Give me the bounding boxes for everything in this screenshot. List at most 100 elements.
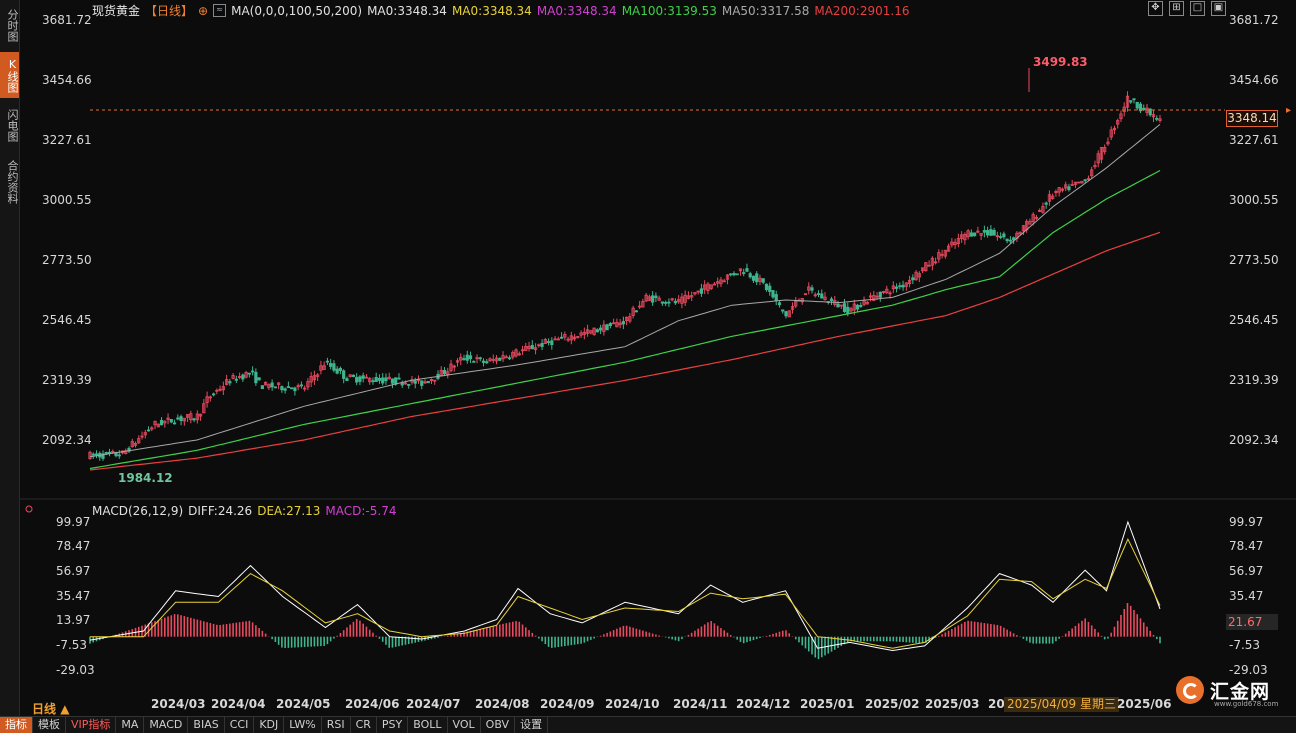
price-axis-right-label: 2319.39 — [1229, 373, 1279, 387]
candle — [768, 285, 772, 292]
tab-indicator[interactable]: 指标 — [0, 717, 33, 733]
candle — [472, 360, 476, 363]
candle — [771, 290, 775, 298]
macd-axis-left-label: -29.03 — [56, 663, 95, 677]
candle — [784, 311, 788, 317]
candle — [260, 385, 264, 390]
tab-vol[interactable]: VOL — [448, 717, 481, 733]
tab-timeshare[interactable]: 分时图 — [0, 2, 19, 48]
candle — [898, 285, 902, 288]
candle — [358, 376, 362, 382]
tab-flash-chart[interactable]: 闪电图 — [0, 102, 19, 148]
high-annotation: 3499.83 — [1033, 55, 1088, 69]
candle — [335, 368, 339, 374]
candle — [836, 303, 840, 308]
tab-boll[interactable]: BOLL — [408, 717, 448, 733]
tab-settings[interactable]: 设置 — [515, 717, 549, 733]
candle — [342, 370, 346, 379]
tab-kline[interactable]: K线图 — [0, 52, 19, 98]
candle — [462, 358, 466, 360]
candle — [621, 321, 625, 325]
candle — [559, 336, 564, 339]
tab-cci[interactable]: CCI — [225, 717, 255, 733]
macd-axis-right-label: 35.47 — [1229, 589, 1264, 603]
candle — [820, 293, 824, 299]
ma200-line — [89, 231, 1161, 471]
price-axis-right-label: 3454.66 — [1229, 73, 1279, 87]
kline-chart[interactable]: 3499.83 1984.12 ▸ — [20, 0, 1296, 716]
tab-macd[interactable]: MACD — [144, 717, 189, 733]
tab-template[interactable]: 模板 — [33, 717, 66, 733]
price-axis-left-label: 3000.55 — [42, 193, 92, 207]
candle — [735, 273, 739, 276]
candle — [846, 306, 850, 314]
candle — [781, 309, 785, 312]
candle — [729, 273, 733, 276]
candle — [810, 287, 814, 291]
candle — [1008, 239, 1012, 242]
x-axis-label: 2024/05 — [276, 697, 331, 711]
period-label: 日线 — [32, 702, 57, 716]
ma100-line — [89, 169, 1161, 470]
tab-rsi[interactable]: RSI — [322, 717, 351, 733]
period-selector[interactable]: 日线 ▲ — [32, 700, 69, 717]
tab-contract-info[interactable]: 合约资料 — [0, 152, 19, 212]
candle — [361, 375, 365, 379]
tab-cr[interactable]: CR — [351, 717, 377, 733]
candle — [413, 380, 417, 384]
brand-logo: 汇金网 www.gold678.com — [1176, 676, 1278, 708]
macd-axis-left-label: -7.53 — [56, 638, 88, 652]
candle — [338, 367, 343, 372]
candle — [842, 303, 847, 312]
indicator-marker-icon — [25, 505, 33, 513]
candle — [228, 381, 232, 384]
tab-vip-indicator[interactable]: VIP指标 — [66, 717, 117, 733]
candle — [374, 376, 378, 382]
price-axis-left-label: 3227.61 — [42, 133, 92, 147]
candle — [608, 323, 612, 327]
tab-psy[interactable]: PSY — [377, 717, 409, 733]
tab-ma[interactable]: MA — [116, 717, 145, 733]
tab-obv[interactable]: OBV — [481, 717, 516, 733]
x-axis-label: 2024/10 — [605, 697, 660, 711]
candle — [699, 288, 704, 294]
triangle-up-icon: ▲ — [60, 702, 70, 716]
candle — [325, 360, 330, 363]
candle — [286, 386, 290, 389]
x-axis-label: 2024/07 — [406, 697, 461, 711]
macd-settings[interactable]: MACD(26,12,9) — [92, 504, 183, 518]
candle — [251, 370, 255, 373]
candle — [751, 275, 756, 281]
candle — [654, 295, 658, 299]
macd-histogram — [89, 603, 1161, 660]
candle — [855, 304, 860, 310]
candle — [859, 304, 863, 307]
candle — [1148, 108, 1152, 116]
macd-axis-right-label: -29.03 — [1229, 663, 1268, 677]
candle — [407, 384, 411, 386]
candle — [254, 371, 258, 384]
candle — [764, 283, 769, 291]
side-tab-bar: 分时图 K线图 闪电图 合约资料 — [0, 0, 20, 716]
candle — [761, 278, 765, 283]
price-axis-left-label: 2092.34 — [42, 433, 92, 447]
macd-axis-right-label: 78.47 — [1229, 539, 1264, 553]
candle — [355, 376, 359, 383]
candle — [468, 355, 473, 360]
x-axis-label: 2024/08 — [475, 697, 530, 711]
candle — [969, 232, 973, 237]
candle — [465, 354, 469, 361]
candle — [982, 230, 986, 233]
candle — [442, 370, 447, 375]
tab-lw[interactable]: LW% — [284, 717, 322, 733]
logo-url: www.gold678.com — [1214, 700, 1279, 708]
tab-bias[interactable]: BIAS — [188, 717, 225, 733]
candle — [91, 453, 95, 456]
candle — [894, 286, 899, 289]
x-axis-label: 2024/12 — [736, 697, 791, 711]
macd-dea-value: DEA:27.13 — [257, 504, 321, 518]
candle — [1132, 98, 1136, 101]
macd-legend: MACD(26,12,9) DIFF:24.26 DEA:27.13 MACD:… — [92, 504, 396, 518]
tab-kdj[interactable]: KDJ — [254, 717, 285, 733]
candle — [211, 393, 216, 396]
